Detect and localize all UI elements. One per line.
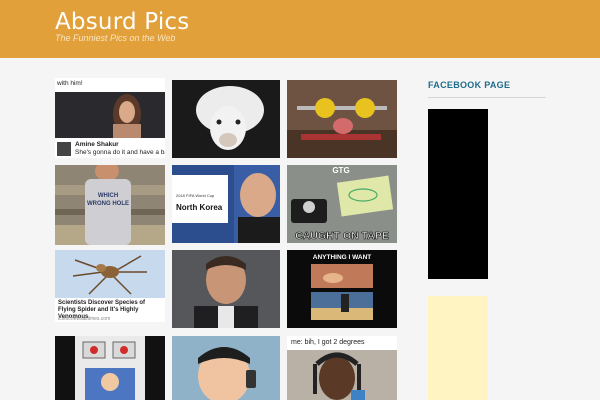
shirt-text-2: WRONG HOLE: [87, 201, 129, 207]
sign-small-text: 2018 FIFA World Cup: [176, 193, 215, 198]
site-header: Absurd Pics The Funniest Pics on the Web: [0, 0, 600, 58]
post-thumbnail-gym[interactable]: [287, 80, 397, 158]
post-thumbnail-spider[interactable]: Scientists Discover Species of Flying Sp…: [55, 250, 165, 322]
post-thumbnail-kim[interactable]: with him! Amine Shakur She's gonna do it…: [55, 78, 165, 158]
alpaca-photo: [172, 80, 280, 158]
man-suit-photo: [172, 250, 280, 328]
post-thumbnail-shirt[interactable]: WHICH WRONG HOLE: [55, 165, 165, 245]
facebook-page-heading: FACEBOOK PAGE: [428, 80, 511, 90]
blatter-photo: 2018 FIFA World Cup North Korea: [172, 165, 280, 243]
post-text: She's gonna do it and have a baby with h…: [75, 149, 165, 156]
gym-photo: [287, 80, 397, 158]
site-tagline: The Funniest Pics on the Web: [55, 33, 176, 43]
sidebar-divider: [428, 97, 546, 98]
post-thumbnail-north-korea[interactable]: 2018 FIFA World Cup North Korea: [172, 165, 280, 243]
caught-on-tape-meme: GTG CAUGHT ON TAPE: [287, 165, 397, 243]
spider-photo: [55, 250, 165, 298]
post-thumbnail-man-suit[interactable]: [172, 250, 280, 328]
post-thumbnail-phone-kid[interactable]: [172, 336, 280, 400]
degrees-photo: [287, 350, 397, 400]
buttons-meme-image: [55, 336, 165, 400]
spider-source: iconicnewsalltimes.com: [58, 316, 111, 322]
facebook-widget[interactable]: [428, 109, 488, 279]
phone-kid-photo: [172, 336, 280, 400]
post-thumbnail-degrees[interactable]: me: bih, I got 2 degrees: [287, 336, 397, 400]
caught-top-text: GTG: [332, 166, 349, 175]
shirt-text-1: WHICH: [98, 193, 118, 199]
shirt-photo: WHICH WRONG HOLE: [55, 165, 165, 245]
anything-meme: ANYTHING I WANT: [287, 250, 397, 328]
caught-bottom-text: CAUGHT ON TAPE: [295, 230, 389, 242]
post-author: Amine Shakur: [75, 141, 119, 148]
anything-top-text: ANYTHING I WANT: [313, 254, 372, 261]
post-thumbnail-alpaca[interactable]: [172, 80, 280, 158]
site-title[interactable]: Absurd Pics: [55, 9, 189, 35]
post-thumbnail-buttons-meme[interactable]: [55, 336, 165, 400]
post-thumbnail-caught-on-tape[interactable]: GTG CAUGHT ON TAPE: [287, 165, 397, 243]
sidebar-ad-box[interactable]: [428, 296, 488, 400]
sign-text: North Korea: [176, 203, 223, 212]
post-thumbnail-anything-i-want[interactable]: ANYTHING I WANT: [287, 250, 397, 328]
